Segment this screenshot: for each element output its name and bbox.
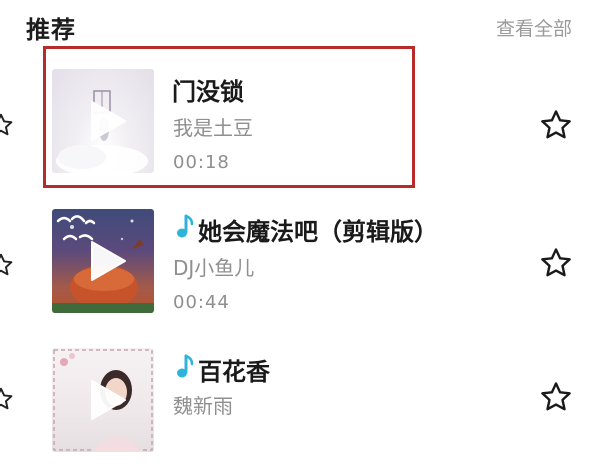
song-row[interactable]: 百花香 魏新雨 — [0, 340, 600, 466]
see-all-link[interactable]: 查看全部 — [496, 14, 572, 41]
star-outline-icon[interactable] — [539, 246, 573, 280]
artist-name: 我是土豆 — [173, 116, 253, 140]
star-outline-icon[interactable] — [0, 112, 14, 138]
song-thumbnail[interactable] — [52, 69, 154, 173]
song-duration: 00:44 — [173, 292, 230, 313]
song-row[interactable]: 她会魔法吧（剪辑版） DJ小鱼儿 00:44 — [0, 200, 600, 326]
music-note-icon — [177, 214, 194, 238]
section-title: 推荐 — [26, 16, 76, 44]
song-title: 百花香 — [198, 358, 270, 386]
song-thumbnail[interactable] — [52, 209, 154, 313]
artist-name: DJ小鱼儿 — [173, 256, 255, 280]
play-icon[interactable] — [88, 378, 128, 422]
song-thumbnail[interactable] — [52, 348, 154, 452]
star-outline-icon[interactable] — [539, 108, 573, 142]
star-outline-icon[interactable] — [0, 386, 14, 412]
play-icon[interactable] — [88, 99, 128, 143]
star-outline-icon[interactable] — [539, 380, 573, 414]
song-title: 门没锁 — [172, 78, 244, 106]
song-duration: 00:18 — [173, 152, 230, 173]
play-icon[interactable] — [88, 239, 128, 283]
music-note-icon — [177, 354, 194, 378]
artist-name: 魏新雨 — [173, 394, 233, 418]
song-row[interactable]: 门没锁 我是土豆 00:18 — [0, 54, 600, 180]
song-title: 她会魔法吧（剪辑版） — [198, 218, 438, 246]
star-outline-icon[interactable] — [0, 252, 14, 278]
